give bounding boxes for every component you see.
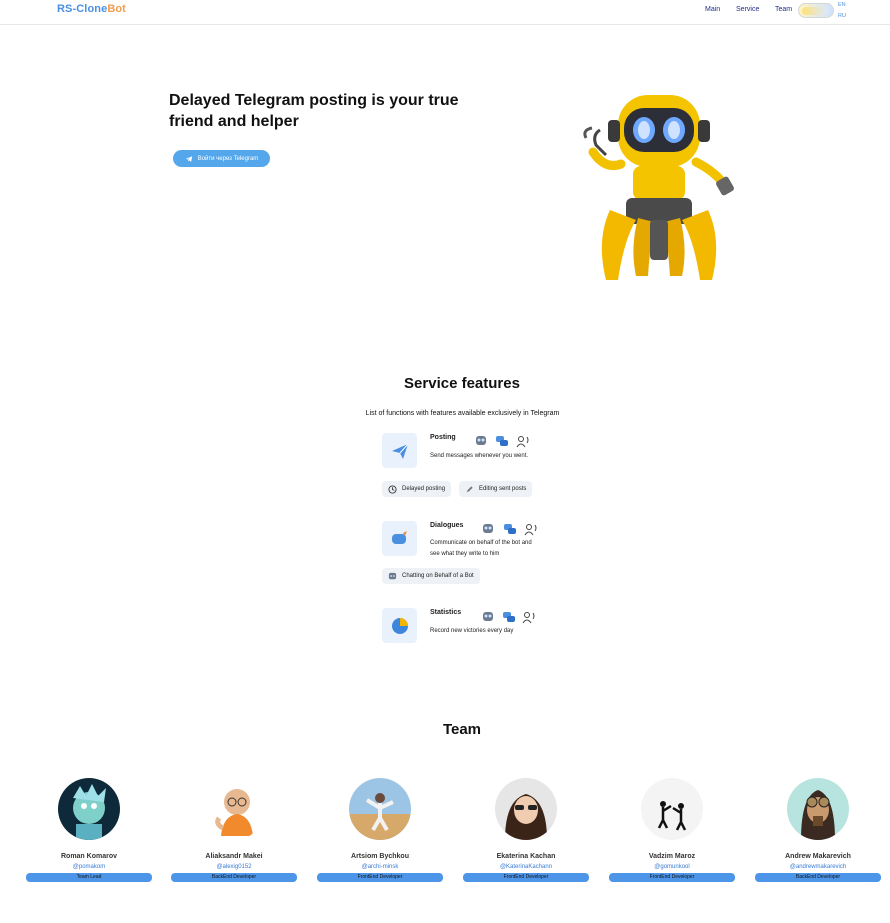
avatar	[58, 778, 120, 840]
feature-name: Posting	[430, 434, 456, 441]
team-member-card: Roman Komarov @pomakom Team Lead	[26, 778, 152, 882]
feature-name: Statistics	[430, 609, 462, 616]
avatar	[787, 778, 849, 840]
chip-delayed-posting: Delayed posting	[382, 481, 452, 497]
chip-label: Chatting on Behalf of a Bot	[402, 573, 474, 579]
member-name: Roman Komarov	[60, 853, 117, 860]
hero-title: Delayed Telegram posting is your true fr…	[169, 92, 459, 130]
chat-icon	[391, 530, 407, 544]
robot-icon	[483, 524, 493, 533]
nav-link-team[interactable]: Team	[775, 6, 792, 13]
features-subtitle: List of functions with features availabl…	[365, 410, 560, 417]
member-handle[interactable]: @pomakom	[26, 864, 152, 870]
member-handle[interactable]: @gomunkool	[609, 864, 735, 870]
voice-icon	[522, 612, 535, 624]
edit-icon	[466, 485, 473, 492]
chip-chatting-bot: Chatting on Behalf of a Bot	[382, 568, 480, 584]
statistics-feature-icon	[382, 608, 417, 643]
avatar	[495, 778, 557, 840]
chip-label: Editing sent posts	[479, 486, 527, 492]
chip-label: Delayed posting	[402, 486, 446, 492]
theme-toggle[interactable]	[798, 3, 834, 18]
member-role: FrontEnd Developer	[609, 873, 735, 882]
member-name: Andrew Makarevich	[785, 853, 851, 860]
toggle-knob	[802, 7, 828, 15]
member-handle[interactable]: @andrewmakarevich	[755, 864, 881, 870]
robot-icon	[483, 612, 493, 621]
member-role: BackEnd Developer	[755, 873, 881, 882]
telegram-icon	[185, 155, 192, 162]
team-member-card: Aliaksandr Makei @alexig0152 BackEnd Dev…	[171, 778, 297, 882]
avatar	[641, 778, 703, 840]
member-role: FrontEnd Developer	[463, 873, 589, 882]
lang-en[interactable]: EN	[838, 2, 846, 8]
avatar	[349, 778, 411, 840]
robot-icon	[388, 572, 397, 579]
team-title: Team	[442, 721, 482, 738]
avatar	[203, 778, 265, 840]
feature-desc: Record new victories every day	[430, 628, 514, 634]
member-name: Vadzim Maroz	[648, 853, 696, 860]
nav-link-main[interactable]: Main	[705, 6, 720, 13]
logo-text-primary: RS-Clone	[57, 3, 108, 15]
telegram-login-label: Войти через Telegram	[197, 155, 259, 162]
feature-name: Dialogues	[430, 522, 464, 529]
feature-desc: Send messages whenever you went.	[430, 453, 529, 459]
robot-illustration	[583, 95, 734, 280]
team-member-card: Vadzim Maroz @gomunkool FrontEnd Develop…	[609, 778, 735, 882]
voice-icon	[524, 524, 537, 536]
member-handle[interactable]: @KaterinaKachann	[463, 864, 589, 870]
bubbles-icon	[503, 612, 515, 622]
chip-editing-posts: Editing sent posts	[459, 481, 533, 497]
features-title: Service features	[404, 375, 520, 392]
member-name: Artsiom Bychkou	[351, 853, 409, 860]
member-name: Ekaterina Kachan	[496, 853, 556, 860]
posting-feature-icon	[382, 433, 417, 468]
voice-icon	[516, 436, 529, 448]
nav-link-service[interactable]: Service	[736, 6, 759, 13]
pie-chart-icon	[391, 617, 408, 634]
send-icon	[391, 443, 408, 459]
logo[interactable]: RS-CloneBot	[57, 3, 126, 15]
bubbles-icon	[496, 436, 508, 446]
bubbles-icon	[504, 524, 516, 534]
telegram-login-button[interactable]: Войти через Telegram	[173, 150, 270, 167]
logo-text-accent: Bot	[107, 3, 126, 15]
member-role: BackEnd Developer	[171, 873, 297, 882]
feature-desc: Communicate on behalf of the bot and see…	[430, 540, 532, 557]
clock-icon	[388, 484, 397, 494]
robot-icon	[476, 436, 486, 445]
dialogues-feature-icon	[382, 521, 417, 556]
member-name: Aliaksandr Makei	[205, 853, 263, 860]
site-header: RS-CloneBot Main Service Team EN RU	[0, 0, 890, 25]
team-member-card: Artsiom Bychkou @archi-minsk FrontEnd De…	[317, 778, 443, 882]
team-member-card: Ekaterina Kachan @KaterinaKachann FrontE…	[463, 778, 589, 882]
lang-ru[interactable]: RU	[838, 13, 846, 19]
member-role: FrontEnd Developer	[317, 873, 443, 882]
member-handle[interactable]: @archi-minsk	[317, 864, 443, 870]
member-handle[interactable]: @alexig0152	[171, 864, 297, 870]
member-role: Team Lead	[26, 873, 152, 882]
team-member-card: Andrew Makarevich @andrewmakarevich Back…	[755, 778, 881, 882]
